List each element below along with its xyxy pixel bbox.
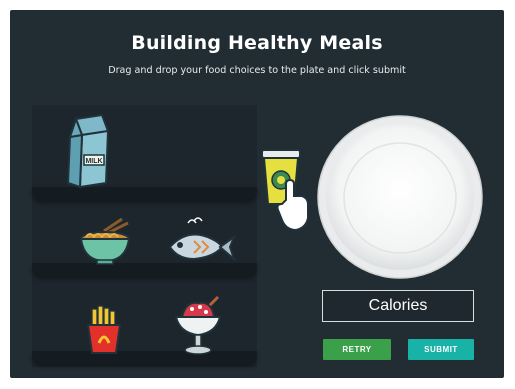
plate-drop-zone[interactable] bbox=[316, 114, 484, 280]
retry-button[interactable]: RETRY bbox=[323, 339, 391, 360]
food-item-fries[interactable] bbox=[84, 305, 124, 355]
noodle-bowl-icon bbox=[79, 217, 131, 265]
calories-display: Calories bbox=[322, 290, 474, 322]
food-item-milk[interactable]: MILK bbox=[62, 111, 118, 191]
food-item-sundae[interactable] bbox=[172, 295, 224, 357]
ice-cream-sundae-icon bbox=[174, 295, 222, 355]
submit-button[interactable]: SUBMIT bbox=[408, 339, 474, 360]
page-subtitle: Drag and drop your food choices to the p… bbox=[108, 65, 406, 76]
food-item-drink[interactable] bbox=[258, 148, 312, 238]
food-item-fish[interactable] bbox=[164, 217, 237, 267]
milk-label: MILK bbox=[85, 158, 102, 165]
activity-frame: Building Healthy Meals Drag and drop you… bbox=[10, 10, 504, 378]
page-title: Building Healthy Meals bbox=[131, 32, 383, 54]
plate-icon bbox=[317, 115, 483, 279]
french-fries-icon bbox=[86, 305, 122, 354]
drink-cup-icon bbox=[261, 149, 309, 232]
food-item-noodles[interactable] bbox=[74, 217, 136, 267]
milk-carton-icon: MILK bbox=[66, 113, 110, 189]
food-shelf-panel: MILK bbox=[32, 105, 257, 367]
fish-icon bbox=[168, 217, 237, 263]
